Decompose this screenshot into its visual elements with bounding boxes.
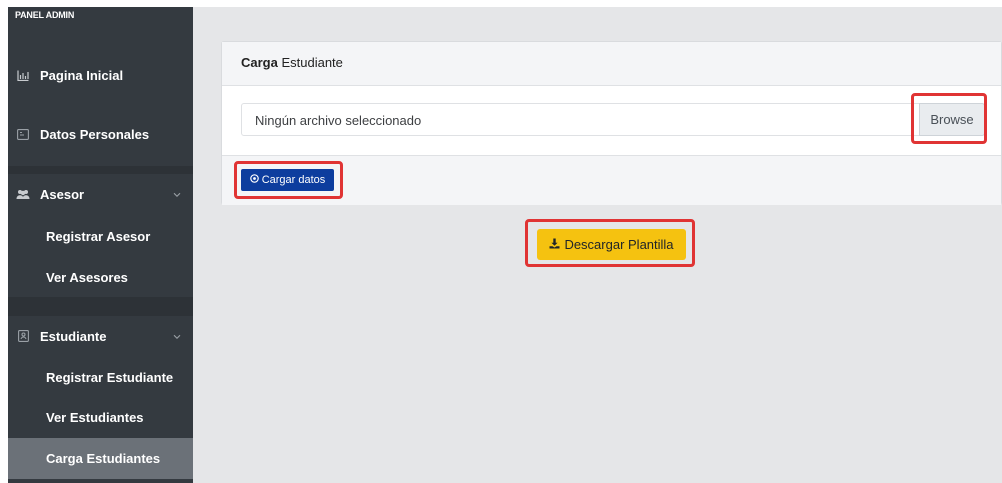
sidebar: PANEL ADMIN Pagina Inicial Datos Persona… <box>8 7 193 483</box>
bar-chart-icon <box>16 68 30 82</box>
upload-card: Carga Estudiante Ningún archivo seleccio… <box>221 41 1002 205</box>
upload-circle-icon <box>249 174 259 186</box>
sidebar-item-label: Pagina Inicial <box>40 67 124 83</box>
sidebar-item-registrar-asesor[interactable]: Registrar Asesor <box>8 216 193 256</box>
sidebar-item-ver-asesores[interactable]: Ver Asesores <box>8 257 193 297</box>
sidebar-item-label: Datos Personales <box>40 126 150 142</box>
sidebar-divider <box>8 166 193 174</box>
sidebar-item-label: Ver Asesores <box>46 269 128 285</box>
sidebar-item-label: Estudiante <box>40 328 107 344</box>
card-title-bold: Carga <box>241 55 278 70</box>
cargar-datos-label: Cargar datos <box>261 174 326 186</box>
users-icon <box>16 187 30 201</box>
chevron-down-icon <box>173 328 181 343</box>
sidebar-item-label: Ver Estudiantes <box>46 409 144 425</box>
sidebar-item-label: Asesor <box>40 186 85 202</box>
sidebar-item-label: Registrar Estudiante <box>46 369 174 385</box>
sidebar-item-ver-estudiantes[interactable]: Ver Estudiantes <box>8 397 193 437</box>
sidebar-item-carga-estudiantes[interactable]: Carga Estudiantes <box>8 438 193 479</box>
sidebar-item-pagina-inicial[interactable]: Pagina Inicial <box>8 55 193 95</box>
sidebar-item-label: Registrar Asesor <box>46 228 151 244</box>
sidebar-item-registrar-estudiante[interactable]: Registrar Estudiante <box>8 357 193 397</box>
browse-button[interactable]: Browse <box>919 103 985 136</box>
file-input-placeholder: Ningún archivo seleccionado <box>255 113 422 128</box>
descargar-plantilla-button[interactable]: Descargar Plantilla <box>537 229 686 260</box>
file-input[interactable]: Ningún archivo seleccionado Browse <box>241 103 985 136</box>
sidebar-item-label: Carga Estudiantes <box>46 451 161 466</box>
sidebar-item-asesor[interactable]: Asesor <box>8 174 193 214</box>
id-card-icon <box>16 127 30 141</box>
download-icon <box>549 237 560 252</box>
card-header: Carga Estudiante <box>222 42 1001 86</box>
chevron-down-icon <box>173 186 181 201</box>
app-frame: PANEL ADMIN Pagina Inicial Datos Persona… <box>8 7 1002 483</box>
card-title-rest: Estudiante <box>277 55 343 70</box>
sidebar-item-datos-personales[interactable]: Datos Personales <box>8 114 193 154</box>
cargar-datos-button[interactable]: Cargar datos <box>241 169 334 191</box>
brand-title: PANEL ADMIN <box>15 10 75 20</box>
sidebar-divider <box>8 297 193 316</box>
contact-book-icon <box>16 329 30 343</box>
descargar-plantilla-label: Descargar Plantilla <box>564 237 674 252</box>
card-footer: Cargar datos <box>222 155 1001 205</box>
sidebar-item-estudiante[interactable]: Estudiante <box>8 316 193 356</box>
